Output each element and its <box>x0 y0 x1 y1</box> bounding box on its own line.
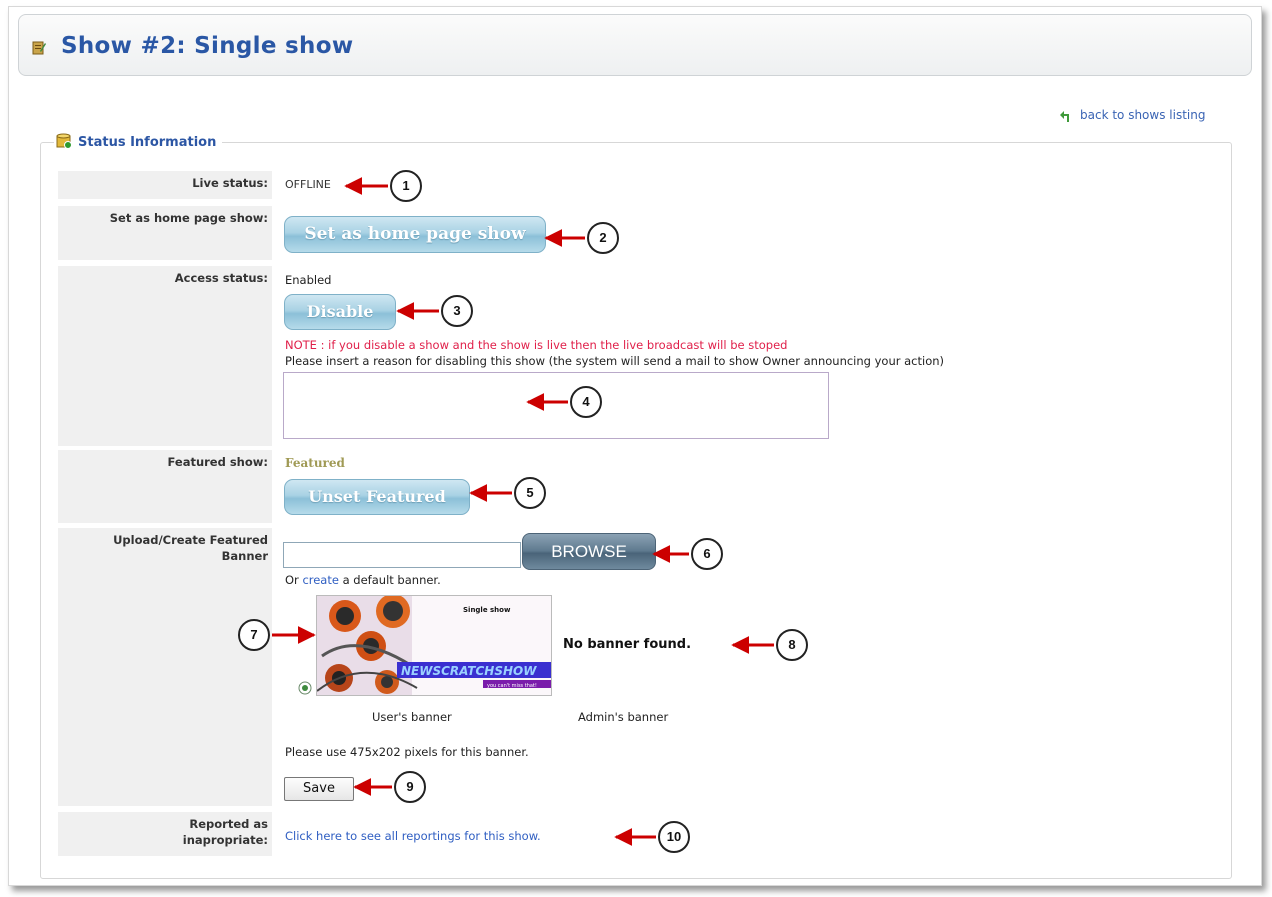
browse-button[interactable]: BROWSE <box>522 533 656 570</box>
users-banner-preview: Single show NEWSCRATCHSHOW you can't mis… <box>316 595 552 696</box>
callout-7: 7 <box>238 619 270 651</box>
database-icon <box>56 133 72 149</box>
featured-label: Featured show: <box>58 450 272 523</box>
save-button[interactable]: Save <box>284 777 354 801</box>
banner-artwork: Single show NEWSCRATCHSHOW you can't mis… <box>317 596 551 695</box>
reported-label: Reported as inapropriate: <box>58 812 272 856</box>
back-link-label: back to shows listing <box>1080 108 1206 122</box>
create-banner-link[interactable]: create <box>302 573 339 587</box>
banner-file-input[interactable] <box>283 542 521 568</box>
featured-value: Featured <box>285 456 345 470</box>
callout-10: 10 <box>658 821 690 853</box>
back-to-listing-link[interactable]: back to shows listing <box>1060 108 1205 123</box>
banner-size-hint: Please use 475x202 pixels for this banne… <box>285 745 529 759</box>
callout-2: 2 <box>587 222 619 254</box>
default-banner-text: a default banner. <box>342 573 441 587</box>
admins-banner-caption: Admin's banner <box>578 710 669 724</box>
banner-tagline: you can't miss that! <box>487 683 537 689</box>
featured-banner-label: Upload/Create Featured Banner <box>58 528 272 806</box>
page-title: Show #2: Single show <box>61 33 354 59</box>
edit-icon <box>32 41 46 55</box>
back-arrow-icon <box>1060 111 1069 122</box>
callout-6: 6 <box>691 538 723 570</box>
callout-9: 9 <box>394 771 426 803</box>
live-status-label: Live status: <box>58 171 272 199</box>
reportings-link[interactable]: Click here to see all reportings for thi… <box>285 829 541 843</box>
callout-8: 8 <box>776 629 808 661</box>
access-status-value: Enabled <box>285 273 332 287</box>
callout-3: 3 <box>441 295 473 327</box>
page-header: Show #2: Single show <box>18 14 1252 76</box>
users-banner-caption: User's banner <box>372 710 452 724</box>
disable-button[interactable]: Disable <box>284 294 396 330</box>
callout-4: 4 <box>570 386 602 418</box>
access-status-label: Access status: <box>58 266 272 446</box>
unset-featured-button[interactable]: Unset Featured <box>284 479 470 515</box>
disable-reason-instruction: Please insert a reason for disabling thi… <box>285 354 945 368</box>
disable-note: NOTE : if you disable a show and the sho… <box>285 338 788 352</box>
section-legend: Status Information <box>54 133 223 150</box>
callout-5: 5 <box>514 477 546 509</box>
home-page-label: Set as home page show: <box>58 206 272 260</box>
or-text: Or <box>285 573 299 587</box>
disable-reason-textarea[interactable] <box>283 372 829 439</box>
set-home-page-button[interactable]: Set as home page show <box>284 216 546 253</box>
banner-logo-text: NEWSCRATCHSHOW <box>401 664 537 678</box>
section-title: Status Information <box>78 135 217 150</box>
users-banner-radio[interactable] <box>298 681 312 695</box>
live-status-value: OFFLINE <box>285 178 331 191</box>
create-banner-line: Or create a default banner. <box>285 573 441 587</box>
callout-1: 1 <box>390 170 422 202</box>
banner-title-text: Single show <box>463 606 511 614</box>
no-banner-text: No banner found. <box>563 637 692 652</box>
